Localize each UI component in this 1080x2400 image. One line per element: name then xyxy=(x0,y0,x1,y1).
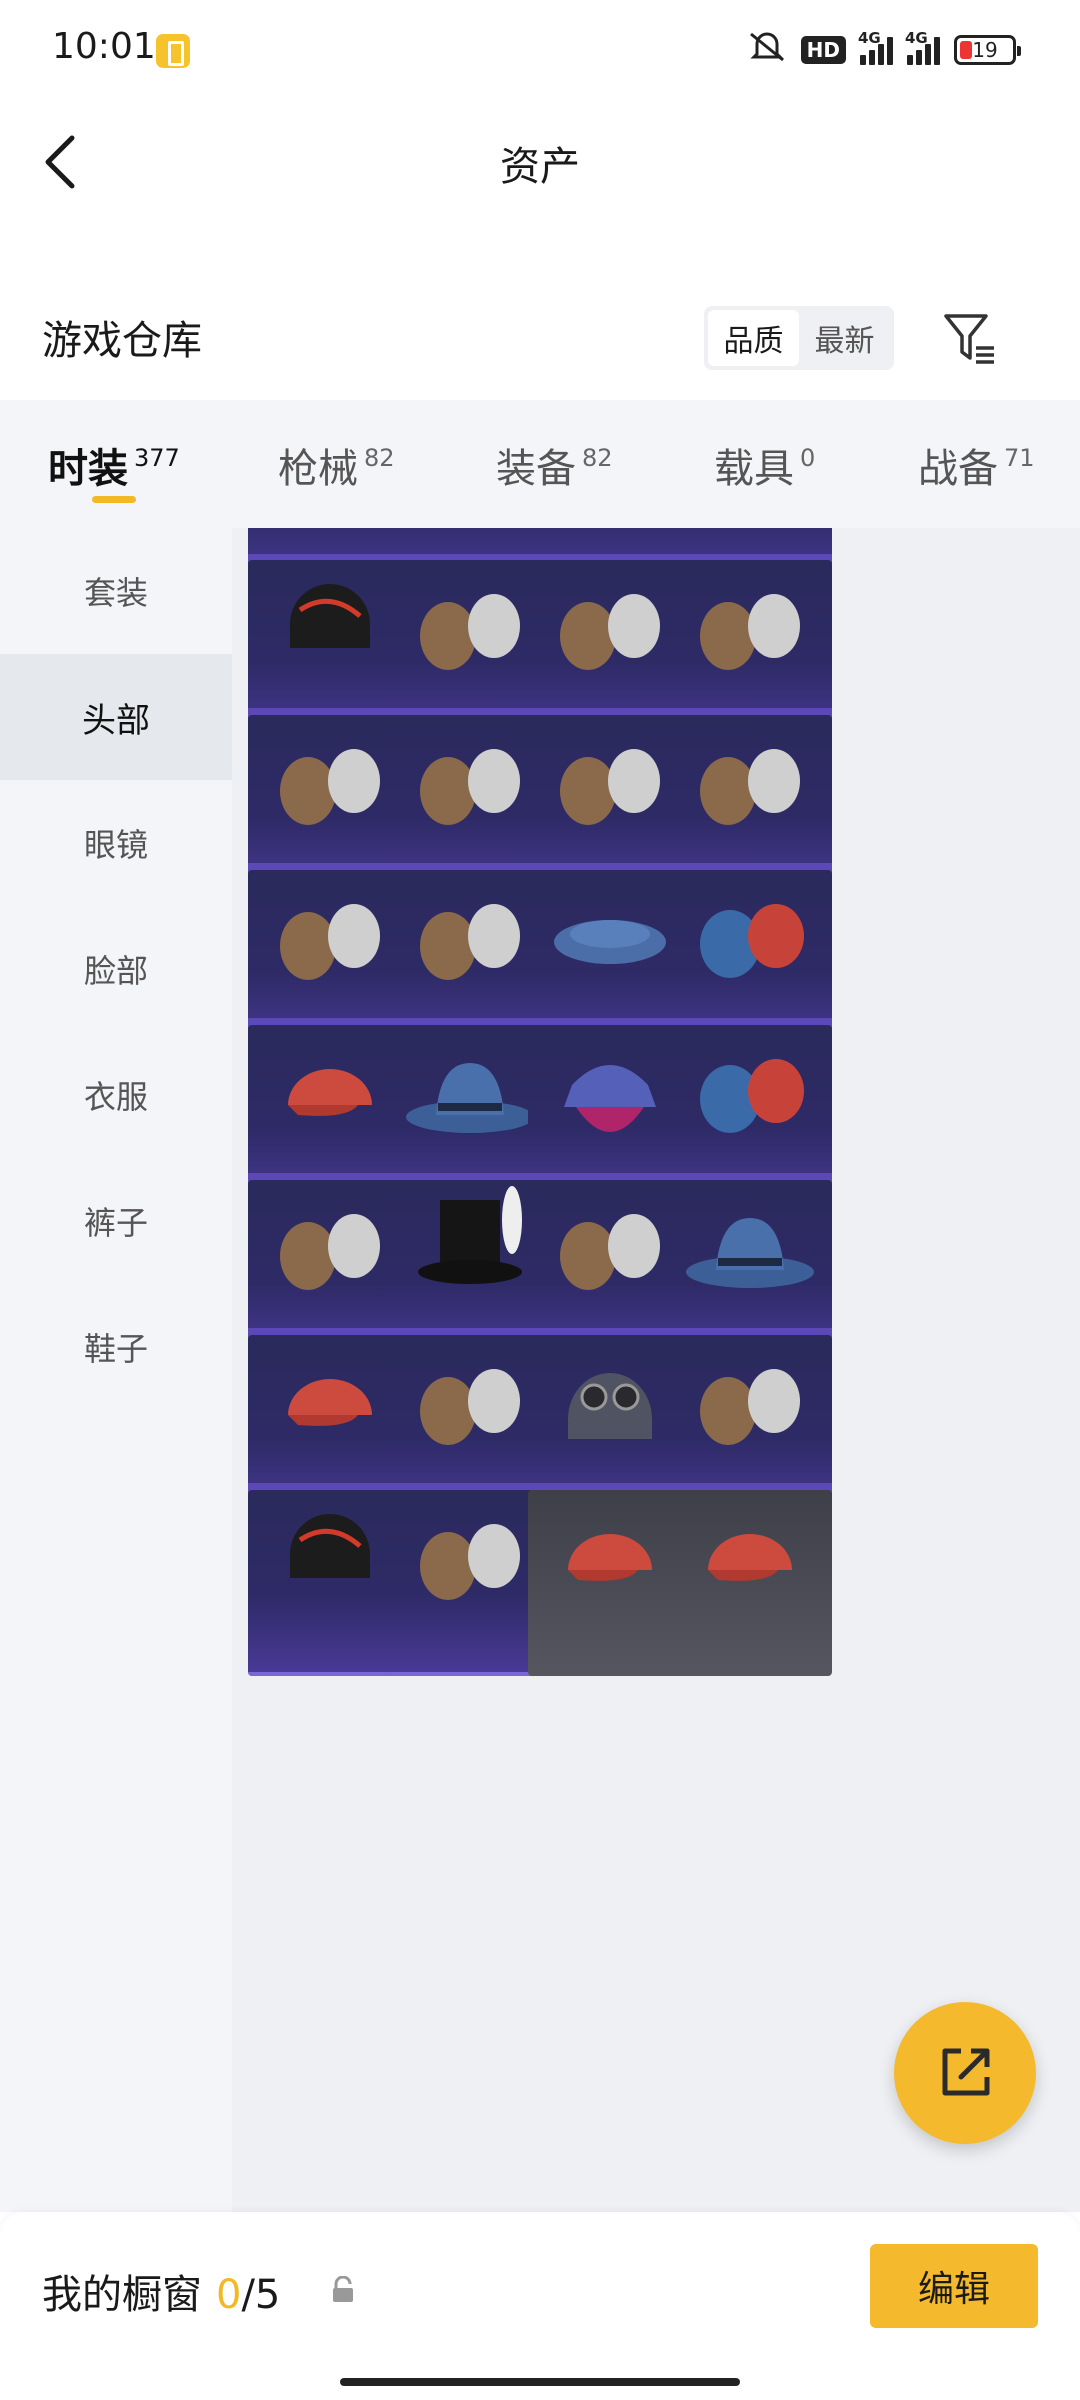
sort-option-newest[interactable]: 最新 xyxy=(799,310,890,366)
sidebar-item-shoes[interactable]: 鞋子 xyxy=(0,1284,232,1410)
filter-icon[interactable] xyxy=(940,310,1000,368)
hd-icon: HD xyxy=(800,36,846,64)
share-icon xyxy=(942,2048,990,2096)
tab-equipment[interactable]: 装备 82 xyxy=(496,436,613,494)
active-tab-indicator xyxy=(92,496,136,503)
warehouse-title: 游戏仓库 xyxy=(42,318,202,364)
item-image xyxy=(668,1180,832,1330)
item-image xyxy=(668,1490,832,1640)
signal-icon: 4G xyxy=(905,29,940,65)
sidebar-item-face[interactable]: 脸部 xyxy=(0,906,232,1032)
battery-saver-icon xyxy=(156,34,190,68)
sort-toggle: 品质 最新 xyxy=(704,306,894,370)
sidebar: 套装 头部 眼镜 脸部 衣服 裤子 鞋子 xyxy=(0,528,232,2212)
mute-icon xyxy=(747,30,787,71)
status-icons: HD 4G 4G 19 xyxy=(747,29,1021,71)
tab-vehicles[interactable]: 载具 0 xyxy=(714,436,815,494)
item-image xyxy=(668,1335,832,1485)
item-image xyxy=(668,1025,832,1175)
signal-icon: 4G xyxy=(858,29,893,65)
showcase-label: 我的橱窗 0/5 xyxy=(42,2272,281,2318)
clock: 10:01 xyxy=(52,26,156,67)
showcase-current: 0 xyxy=(216,2272,242,2318)
page-title: 资产 xyxy=(500,144,580,190)
edit-button[interactable]: 编辑 xyxy=(870,2244,1038,2328)
sidebar-item-suit[interactable]: 套装 xyxy=(0,528,232,654)
battery-icon: 19 xyxy=(954,35,1021,65)
sidebar-item-clothes[interactable]: 衣服 xyxy=(0,1032,232,1158)
item-image xyxy=(668,715,832,865)
item-image xyxy=(668,560,832,710)
tab-fashion[interactable]: 时装 377 xyxy=(48,436,180,494)
lock-icon xyxy=(330,2275,356,2304)
item-card[interactable] xyxy=(668,1490,832,1676)
header: 资产 xyxy=(0,96,1080,226)
tab-supplies[interactable]: 战备 71 xyxy=(918,436,1035,494)
category-tabs: 时装 377 枪械 82 装备 82 载具 0 战备 71 xyxy=(0,400,1080,528)
share-button[interactable] xyxy=(894,2002,1036,2144)
showcase-total: /5 xyxy=(241,2272,281,2318)
tab-weapons[interactable]: 枪械 82 xyxy=(278,436,395,494)
sidebar-item-head[interactable]: 头部 xyxy=(0,654,232,780)
sidebar-item-pants[interactable]: 裤子 xyxy=(0,1158,232,1284)
item-image xyxy=(668,870,832,1020)
sort-option-quality[interactable]: 品质 xyxy=(708,310,799,366)
sidebar-item-glasses[interactable]: 眼镜 xyxy=(0,780,232,906)
status-bar: 10:01 HD 4G 4G 19 xyxy=(0,0,1080,96)
item-image xyxy=(668,528,832,556)
showcase-bar: 我的橱窗 0/5 编辑 xyxy=(0,2212,1080,2400)
home-indicator xyxy=(340,2378,740,2386)
item-grid: 黄色名流帽子人气偶像帽子蓝彩潮人帽子街头潮人头饰极速红龙头巾耀粉歌者发饰青玉碎影… xyxy=(232,528,1080,2212)
